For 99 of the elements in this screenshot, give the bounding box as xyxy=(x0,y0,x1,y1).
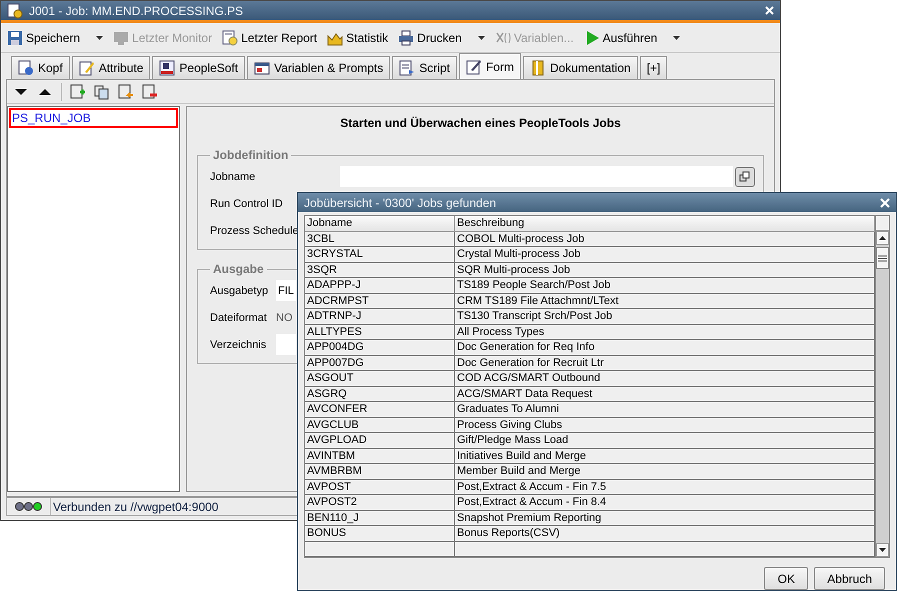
pencil-form-icon xyxy=(466,58,482,74)
scrollbar[interactable] xyxy=(875,216,889,557)
column-header[interactable]: Jobname xyxy=(305,216,455,232)
table-cell: ACG/SMART Data Request xyxy=(455,386,875,402)
table-cell: COBOL Multi-process Job xyxy=(455,232,875,247)
table-cell: All Process Types xyxy=(455,324,875,340)
table-cell: Gift/Pledge Mass Load xyxy=(455,433,875,448)
field-label: Ausgabetyp xyxy=(210,284,268,296)
input-field[interactable]: FIL xyxy=(276,280,296,301)
tree-item[interactable]: PS_RUN_JOB xyxy=(9,108,178,128)
input-field[interactable] xyxy=(276,334,296,355)
table-cell: COD ACG/SMART Outbound xyxy=(455,371,875,386)
table-cell: ADCRMPST xyxy=(305,294,455,309)
table-cell: Graduates To Alumni xyxy=(455,402,875,418)
import-row-icon[interactable] xyxy=(118,84,134,100)
window-icon xyxy=(254,60,270,76)
table-cell: CRM TS189 File Attachmnt/LText xyxy=(455,294,875,309)
copy-icon[interactable] xyxy=(94,84,110,100)
table-cell: APP007DG xyxy=(305,356,455,371)
toolbar-button[interactable]: Ausführen xyxy=(584,30,658,46)
table-cell: ALLTYPES xyxy=(305,324,455,340)
dialog-button[interactable]: OK xyxy=(764,567,808,590)
table-cell: TS130 Transcript Srch/Post Job xyxy=(455,309,875,324)
form-heading: Starten und Überwachen eines PeopleTools Jobs xyxy=(339,115,622,132)
field-label: Run Control ID xyxy=(210,198,283,210)
table-cell: AVINTBM xyxy=(305,448,455,464)
add-row-icon[interactable] xyxy=(70,84,86,100)
field-value: NO xyxy=(276,312,292,324)
table-cell: AVGPLOAD xyxy=(305,433,455,448)
remove-row-icon[interactable] xyxy=(142,84,158,100)
script-icon xyxy=(399,60,416,76)
pencil-document-icon xyxy=(78,60,95,76)
table-cell: Process Giving Clubs xyxy=(455,418,875,433)
tab[interactable]: Attribute xyxy=(72,56,150,79)
dialog-button[interactable]: Abbruch xyxy=(814,567,885,590)
toolbar-button[interactable]: Statistik xyxy=(327,30,388,46)
dialog-title: Jobübersicht - '0300' Jobs gefunden xyxy=(304,196,496,210)
table-cell: BEN110_J xyxy=(305,510,455,526)
table-cell: APP004DG xyxy=(305,340,455,356)
caret-icon[interactable] xyxy=(96,36,104,40)
tab[interactable]: Dokumentation xyxy=(522,56,638,79)
table-cell: ASGOUT xyxy=(305,371,455,386)
table-cell: AVMBRBM xyxy=(305,464,455,480)
printer-icon xyxy=(398,30,414,46)
table-cell: 3CBL xyxy=(305,232,455,247)
toolbar-button[interactable]: Letzter Report xyxy=(222,30,318,46)
column-header[interactable]: Beschreibung xyxy=(455,216,875,232)
lookup-button[interactable] xyxy=(735,166,755,186)
table-cell: 3CRYSTAL xyxy=(305,247,455,262)
toolbar-button[interactable]: Drucken xyxy=(398,30,462,46)
triangle-down-icon xyxy=(879,548,886,552)
toolbar-button[interactable]: Speichern xyxy=(7,30,80,46)
table-cell: ASGRQ xyxy=(305,386,455,402)
field-label: Dateiformat xyxy=(210,312,267,324)
field-label: Jobname xyxy=(210,170,256,182)
table-cell: Initiatives Build and Merge xyxy=(455,448,875,464)
section-title: Ausgabe xyxy=(212,262,265,276)
tab[interactable]: PeopleSoft xyxy=(152,56,246,79)
field-label: Prozess Schedule xyxy=(210,224,299,236)
window-title: J001 - Job: MM.END.PROCESSING.PS xyxy=(29,4,244,18)
table-cell: Doc Generation for Req Info xyxy=(455,340,875,356)
tab[interactable]: Variablen & Prompts xyxy=(247,56,390,79)
windows-icon xyxy=(739,170,751,182)
table-cell: Crystal Multi-process Job xyxy=(455,247,875,262)
table-cell: Post,Extract & Accum - Fin 8.4 xyxy=(455,495,875,510)
table-cell: ADAPPP-J xyxy=(305,278,455,294)
table-cell: Bonus Reports(CSV) xyxy=(455,526,875,542)
table-cell: Snapshot Premium Reporting xyxy=(455,510,875,526)
book-icon xyxy=(530,60,546,76)
table-cell: Doc Generation for Recruit Ltr xyxy=(455,356,875,371)
section-title: Jobdefinition xyxy=(212,148,290,162)
table-cell: 3SQR xyxy=(305,262,455,278)
document-info-icon xyxy=(18,60,34,76)
table-cell: Post,Extract & Accum - Fin 7.5 xyxy=(455,480,875,495)
scroll-thumb[interactable] xyxy=(876,247,889,269)
triangle-up-icon xyxy=(879,236,886,240)
field-label: Verzeichnis xyxy=(210,338,266,350)
scroll-up-button[interactable] xyxy=(876,231,889,245)
close-button[interactable] xyxy=(880,198,890,208)
status-text: Verbunden zu //vwgpet04:9000 xyxy=(52,498,218,515)
table-cell: ADTRNP-J xyxy=(305,309,455,324)
tab[interactable]: Kopf xyxy=(11,56,70,79)
tab[interactable]: [+] xyxy=(640,56,668,79)
scroll-down-button[interactable] xyxy=(876,543,889,557)
close-icon[interactable] xyxy=(765,6,774,15)
table-cell: BONUS xyxy=(305,526,455,542)
table-cell: TS189 People Search/Post Job xyxy=(455,278,875,294)
table-cell: SQR Multi-process Job xyxy=(455,262,875,278)
table-cell: AVCONFER xyxy=(305,402,455,418)
monitor-icon xyxy=(113,30,130,46)
caret-icon[interactable] xyxy=(478,36,485,40)
caret-icon[interactable] xyxy=(673,36,680,40)
table-cell: AVPOST xyxy=(305,480,455,495)
tab[interactable]: Form xyxy=(458,53,521,79)
table-cell: AVPOST2 xyxy=(305,495,455,510)
tab[interactable]: Script xyxy=(392,56,457,79)
table-cell: AVGCLUB xyxy=(305,418,455,433)
table-cell: Member Build and Merge xyxy=(455,464,875,480)
header-corner xyxy=(876,216,889,231)
